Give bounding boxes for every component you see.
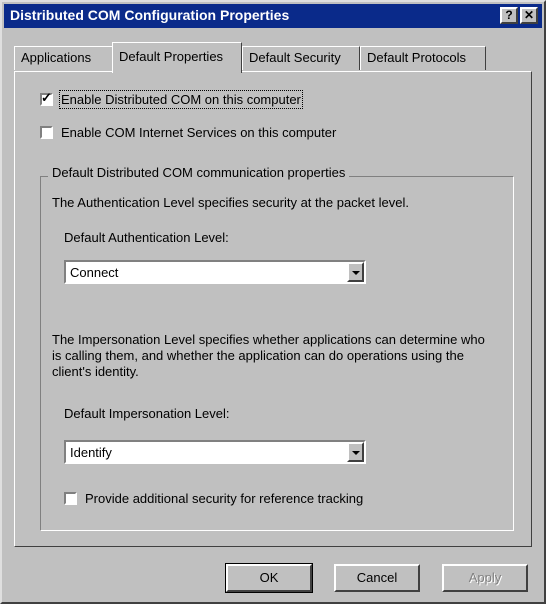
auth-level-select[interactable]: Connect [64,260,366,284]
chevron-down-icon [352,451,360,455]
chevron-down-icon [352,271,360,275]
ref-tracking-label: Provide additional security for referenc… [85,491,364,506]
dialog-window: Distributed COM Configuration Properties… [0,0,546,604]
close-button[interactable]: ✕ [520,7,538,24]
tab-default-protocols[interactable]: Default Protocols [360,46,486,70]
imp-description: The Impersonation Level specifies whethe… [52,332,485,379]
window-title: Distributed COM Configuration Properties [10,7,290,23]
imp-level-value: Identify [70,445,112,460]
enable-dcom-label: Enable Distributed COM on this computer [59,90,303,109]
auth-level-value: Connect [70,265,119,280]
tab-applications[interactable]: Applications [14,46,114,70]
ref-tracking-checkbox[interactable] [64,492,77,505]
group-legend: Default Distributed COM communication pr… [48,165,350,180]
auth-level-dropdown-button[interactable] [347,262,364,282]
cancel-button[interactable]: Cancel [334,564,420,592]
enable-dcom-checkbox[interactable]: ✓ [40,90,53,106]
auth-description: The Authentication Level specifies secur… [52,195,409,210]
ref-tracking-option[interactable]: Provide additional security for referenc… [64,491,363,506]
enable-cis-option[interactable]: Enable COM Internet Services on this com… [40,125,336,140]
apply-button[interactable]: Apply [442,564,528,592]
tab-default-properties[interactable]: Default Properties [112,42,242,73]
auth-level-label: Default Authentication Level: [64,230,229,245]
ok-button[interactable]: OK [225,563,313,593]
checkmark-icon: ✓ [41,90,52,105]
help-button[interactable]: ? [500,7,518,24]
enable-dcom-option[interactable]: ✓ Enable Distributed COM on this compute… [40,90,303,109]
imp-level-dropdown-button[interactable] [347,442,364,462]
imp-level-label: Default Impersonation Level: [64,406,230,421]
enable-cis-checkbox[interactable] [40,126,53,139]
tab-default-security[interactable]: Default Security [242,46,360,70]
imp-level-select[interactable]: Identify [64,440,366,464]
enable-cis-label: Enable COM Internet Services on this com… [61,125,337,140]
title-bar[interactable]: Distributed COM Configuration Properties… [4,4,542,28]
